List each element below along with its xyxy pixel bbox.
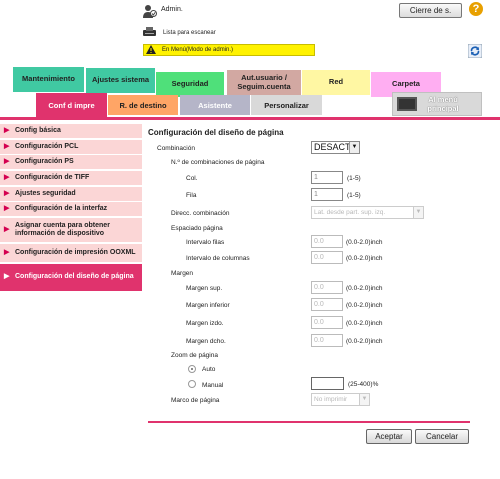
chevron-down-icon: ▼ — [413, 207, 423, 218]
warning-icon — [146, 45, 156, 54]
main-menu-label: Al menú principal — [427, 95, 459, 113]
arrow-right-icon: ▶ — [4, 142, 10, 150]
arrow-right-icon: ▶ — [4, 248, 10, 256]
sidebar-item-7[interactable]: ▶ Configuración de impresión OOXML — [0, 244, 142, 263]
sidebar-item-8[interactable]: ▶ Configuración del diseño de página — [0, 264, 142, 292]
sidebar-item-4[interactable]: ▶ Ajustes seguridad — [0, 187, 142, 202]
combination-label: Combinación — [157, 145, 195, 152]
zoom-manual-label: Manual — [202, 382, 224, 389]
mode-status-text: En Menú(Modo de admin.) — [162, 47, 234, 53]
printer-status-text: Lista para escanear — [163, 30, 216, 36]
arrow-right-icon: ▶ — [4, 273, 10, 281]
interval-cols-input[interactable]: 0.0 — [311, 251, 343, 264]
row-label: Fila — [186, 192, 197, 199]
tab-1[interactable]: Ajustes sistema — [86, 68, 155, 93]
margin-left-unit: (0.0-2.0)inch — [346, 320, 383, 327]
combination-select[interactable]: DESACT ▼ — [311, 141, 360, 154]
zoom-manual-input[interactable] — [311, 377, 344, 390]
interval-rows-input[interactable]: 0.0 — [311, 235, 343, 248]
sidebar-item-6[interactable]: ▶ Asignar cuenta para obtener información… — [0, 218, 142, 243]
sidebar-item-label: Configuración PS — [15, 157, 74, 165]
sidebar-item-label: Configuración de impresión OOXML — [15, 248, 136, 256]
sidebar-item-label: Config básica — [15, 126, 61, 134]
combination-value: DESACT — [314, 142, 351, 152]
interval-rows-label: Intervalo filas — [186, 239, 225, 246]
row-range: (1-5) — [347, 192, 361, 199]
margin-top-input[interactable]: 0.0 — [311, 281, 343, 294]
sidebar-item-3[interactable]: ▶ Configuración de TIFF — [0, 171, 142, 186]
tab-0[interactable]: Mantenimiento — [13, 67, 84, 92]
col-range: (1-5) — [347, 175, 361, 182]
help-icon[interactable]: ? — [469, 2, 483, 16]
col-input[interactable]: 1 — [311, 171, 343, 184]
sidebar-item-5[interactable]: ▶ Configuración de la interfaz — [0, 202, 142, 217]
subtab-1[interactable]: R. de destino — [108, 95, 178, 115]
zoom-range: (25-400)% — [348, 381, 379, 388]
direction-value: Lat. desde part. sup. izq. — [314, 209, 386, 216]
admin-user-label: Admin. — [161, 6, 183, 13]
arrow-right-icon: ▶ — [4, 173, 10, 181]
ok-button[interactable]: Aceptar — [366, 429, 412, 444]
main-menu-icon — [397, 97, 417, 111]
interval-rows-unit: (0.0-2.0)inch — [346, 239, 383, 246]
zoom-auto-label: Auto — [202, 366, 216, 373]
printer-icon — [143, 27, 156, 36]
arrow-right-icon: ▶ — [4, 225, 10, 233]
border-select[interactable]: No imprimir ▼ — [311, 393, 370, 406]
zoom-manual-radio[interactable] — [188, 380, 196, 388]
interval-cols-label: Intervalo de columnas — [186, 255, 250, 262]
form-divider — [148, 421, 470, 423]
tab-4[interactable]: Red — [302, 70, 370, 95]
subtab-0[interactable]: Conf d impre — [36, 93, 107, 117]
border-label: Marco de página — [171, 397, 220, 404]
margin-left-input[interactable]: 0.0 — [311, 316, 343, 329]
subtab-3[interactable]: Personalizar — [251, 95, 322, 115]
chevron-down-icon: ▼ — [359, 394, 369, 405]
direction-select[interactable]: Lat. desde part. sup. izq. ▼ — [311, 206, 424, 219]
sidebar-item-label: Configuración del diseño de página — [15, 273, 134, 281]
margin-left-label: Margen izdo. — [186, 320, 224, 327]
margin-bottom-input[interactable]: 0.0 — [311, 298, 343, 311]
margin-bottom-label: Margen inferior — [186, 302, 230, 309]
sidebar-item-0[interactable]: ▶ Config básica — [0, 124, 142, 139]
margin-bottom-unit: (0.0-2.0)inch — [346, 302, 383, 309]
margin-label: Margen — [171, 270, 194, 277]
col-label: Col. — [186, 175, 198, 182]
num-combinations-label: N.º de combinaciones de página — [171, 159, 265, 166]
sidebar-item-1[interactable]: ▶ Configuración PCL — [0, 140, 142, 155]
arrow-right-icon: ▶ — [4, 126, 10, 134]
row-input[interactable]: 1 — [311, 188, 343, 201]
spacing-label: Espaciado página — [171, 225, 223, 232]
arrow-right-icon: ▶ — [4, 189, 10, 197]
margin-top-label: Margen sup. — [186, 285, 223, 292]
margin-top-unit: (0.0-2.0)inch — [346, 285, 383, 292]
sidebar-item-label: Configuración de la interfaz — [15, 204, 108, 212]
sidebar-item-label: Ajustes seguridad — [15, 189, 76, 197]
margin-right-unit: (0.0-2.0)inch — [346, 338, 383, 345]
page-title: Configuración del diseño de página — [148, 128, 284, 137]
border-value: No imprimir — [314, 396, 348, 403]
arrow-right-icon: ▶ — [4, 157, 10, 165]
tab-divider — [0, 117, 500, 120]
arrow-right-icon: ▶ — [4, 204, 10, 212]
refresh-icon[interactable] — [468, 44, 482, 58]
interval-cols-unit: (0.0-2.0)inch — [346, 255, 383, 262]
margin-right-label: Margen dcho. — [186, 338, 226, 345]
sidebar-item-label: Configuración PCL — [15, 142, 79, 150]
sidebar-item-label: Configuración de TIFF — [15, 173, 90, 181]
sidebar-item-label: Asignar cuenta para obtener información … — [15, 221, 110, 237]
tab-3[interactable]: Aut.usuario / Seguim.cuenta — [227, 70, 301, 95]
sidebar-item-2[interactable]: ▶ Configuración PS — [0, 155, 142, 170]
subtab-2[interactable]: Asistente — [180, 95, 250, 115]
admin-icon — [143, 5, 157, 18]
tab-2[interactable]: Seguridad — [156, 72, 224, 97]
zoom-auto-radio[interactable] — [188, 365, 196, 373]
zoom-label: Zoom de página — [171, 352, 218, 359]
margin-right-input[interactable]: 0.0 — [311, 334, 343, 347]
logout-button[interactable]: Cierre de s. — [399, 3, 462, 18]
chevron-down-icon: ▼ — [349, 142, 359, 153]
cancel-button[interactable]: Cancelar — [415, 429, 469, 444]
direction-label: Direcc. combinación — [171, 210, 230, 217]
